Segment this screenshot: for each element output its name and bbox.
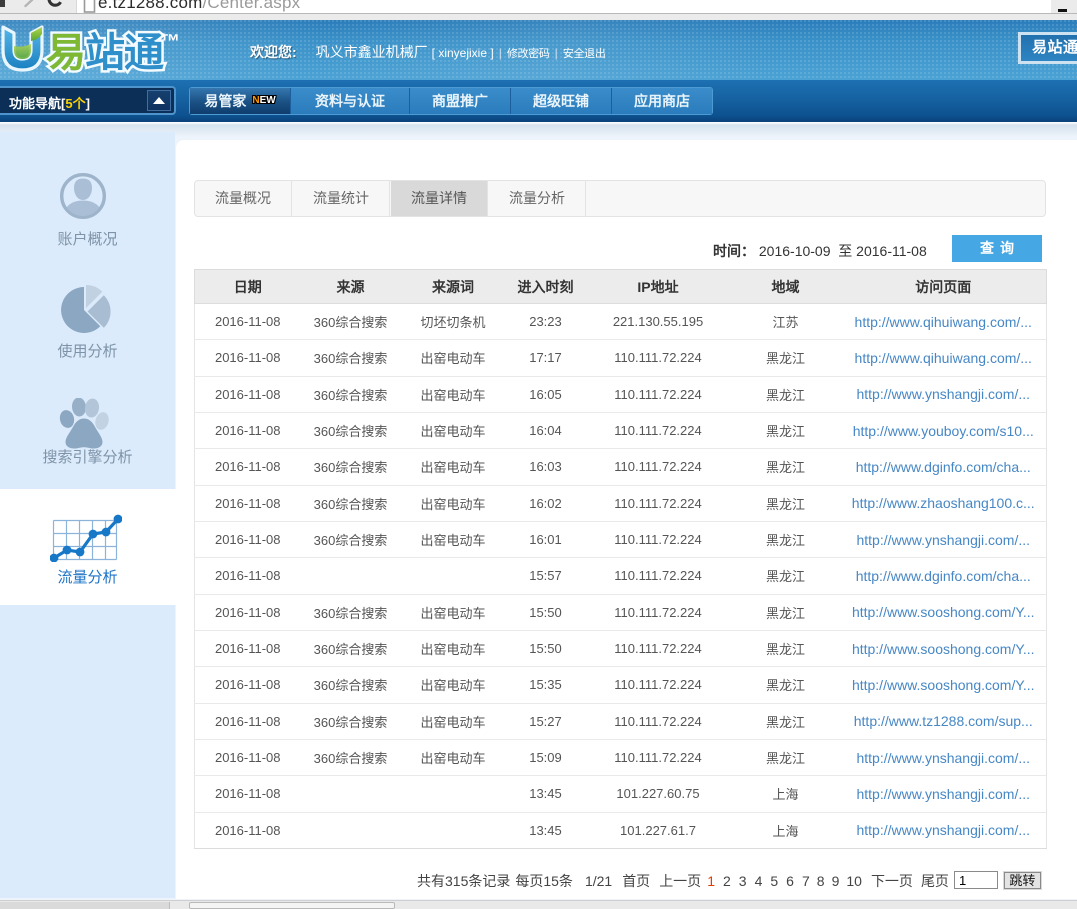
svg-text:™: ™ (160, 31, 180, 53)
svg-text:易: 易 (46, 31, 85, 75)
